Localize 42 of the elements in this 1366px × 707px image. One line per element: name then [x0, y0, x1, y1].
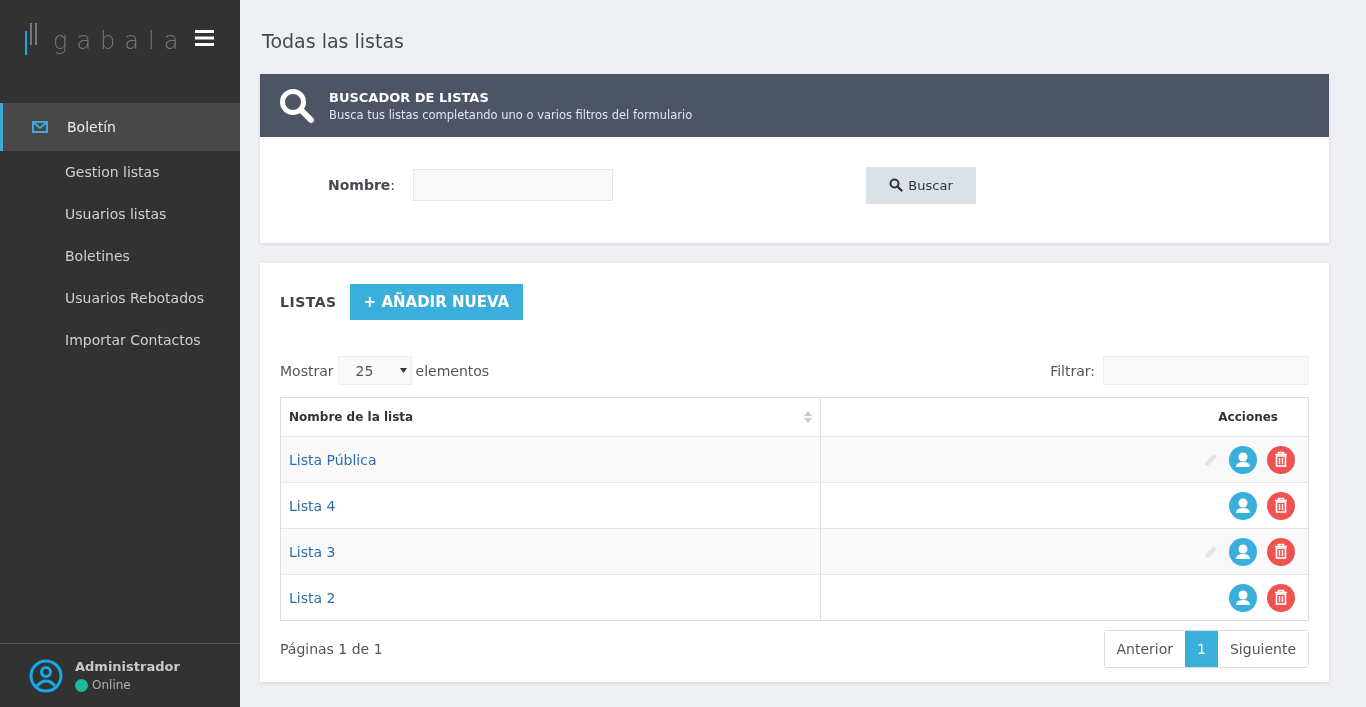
submenu-item[interactable]: Importar Contactos	[0, 319, 240, 361]
user-icon[interactable]	[1229, 445, 1257, 474]
name-input-field[interactable]	[413, 169, 614, 201]
user-icon[interactable]	[1229, 583, 1257, 612]
column-header: Acciones	[1217, 409, 1279, 426]
show-suffix: elementos	[415, 362, 490, 379]
page-size-select[interactable]: 25	[337, 356, 412, 385]
logo-text: gabala	[53, 27, 188, 55]
panel-title: BUSCADOR DE LISTAS	[329, 89, 490, 105]
menu-icon[interactable]	[195, 30, 214, 46]
show-label: Mostrar	[280, 362, 334, 379]
pagination-info: Páginas 1 de 1	[280, 641, 383, 657]
caret-icon	[399, 368, 407, 373]
page-title: Todas las listas	[262, 30, 405, 52]
submenu-item[interactable]: Usuarios listas	[0, 193, 240, 235]
search-icon	[279, 87, 315, 124]
list-name-link[interactable]: Lista Pública	[289, 451, 377, 468]
mail-icon	[32, 121, 48, 133]
logo-mark-icon	[25, 21, 39, 55]
submenu-item[interactable]: Gestion listas	[0, 151, 240, 193]
trash-icon[interactable]	[1267, 537, 1295, 566]
user-icon[interactable]	[1229, 491, 1257, 520]
search-button[interactable]: Buscar	[866, 166, 977, 204]
list-name-link[interactable]: Lista 3	[289, 543, 336, 560]
submenu-item[interactable]: Boletines	[0, 235, 240, 277]
user-status: Online	[92, 678, 131, 692]
trash-icon[interactable]	[1267, 583, 1295, 612]
sort-icon	[804, 411, 812, 423]
search-icon	[889, 178, 904, 192]
list-name-link[interactable]: Lista 4	[289, 497, 336, 514]
field-label: Nombre:	[328, 177, 396, 193]
list-name-link[interactable]: Lista 2	[289, 589, 336, 606]
trash-icon[interactable]	[1267, 491, 1295, 520]
panel-subtitle: Busca tus listas completando uno o varios filtros del formulario	[329, 107, 693, 122]
filter-label: Filtrar:	[1050, 362, 1095, 379]
nav-item[interactable]: Boletín	[0, 103, 240, 151]
user-name: Administrador	[75, 659, 180, 674]
trash-icon[interactable]	[1267, 445, 1295, 474]
user-icon[interactable]	[1229, 537, 1257, 566]
panel-title: LISTAS	[280, 294, 337, 310]
submenu-item[interactable]: Usuarios Rebotados	[0, 277, 240, 319]
user-avatar-icon	[29, 658, 63, 693]
